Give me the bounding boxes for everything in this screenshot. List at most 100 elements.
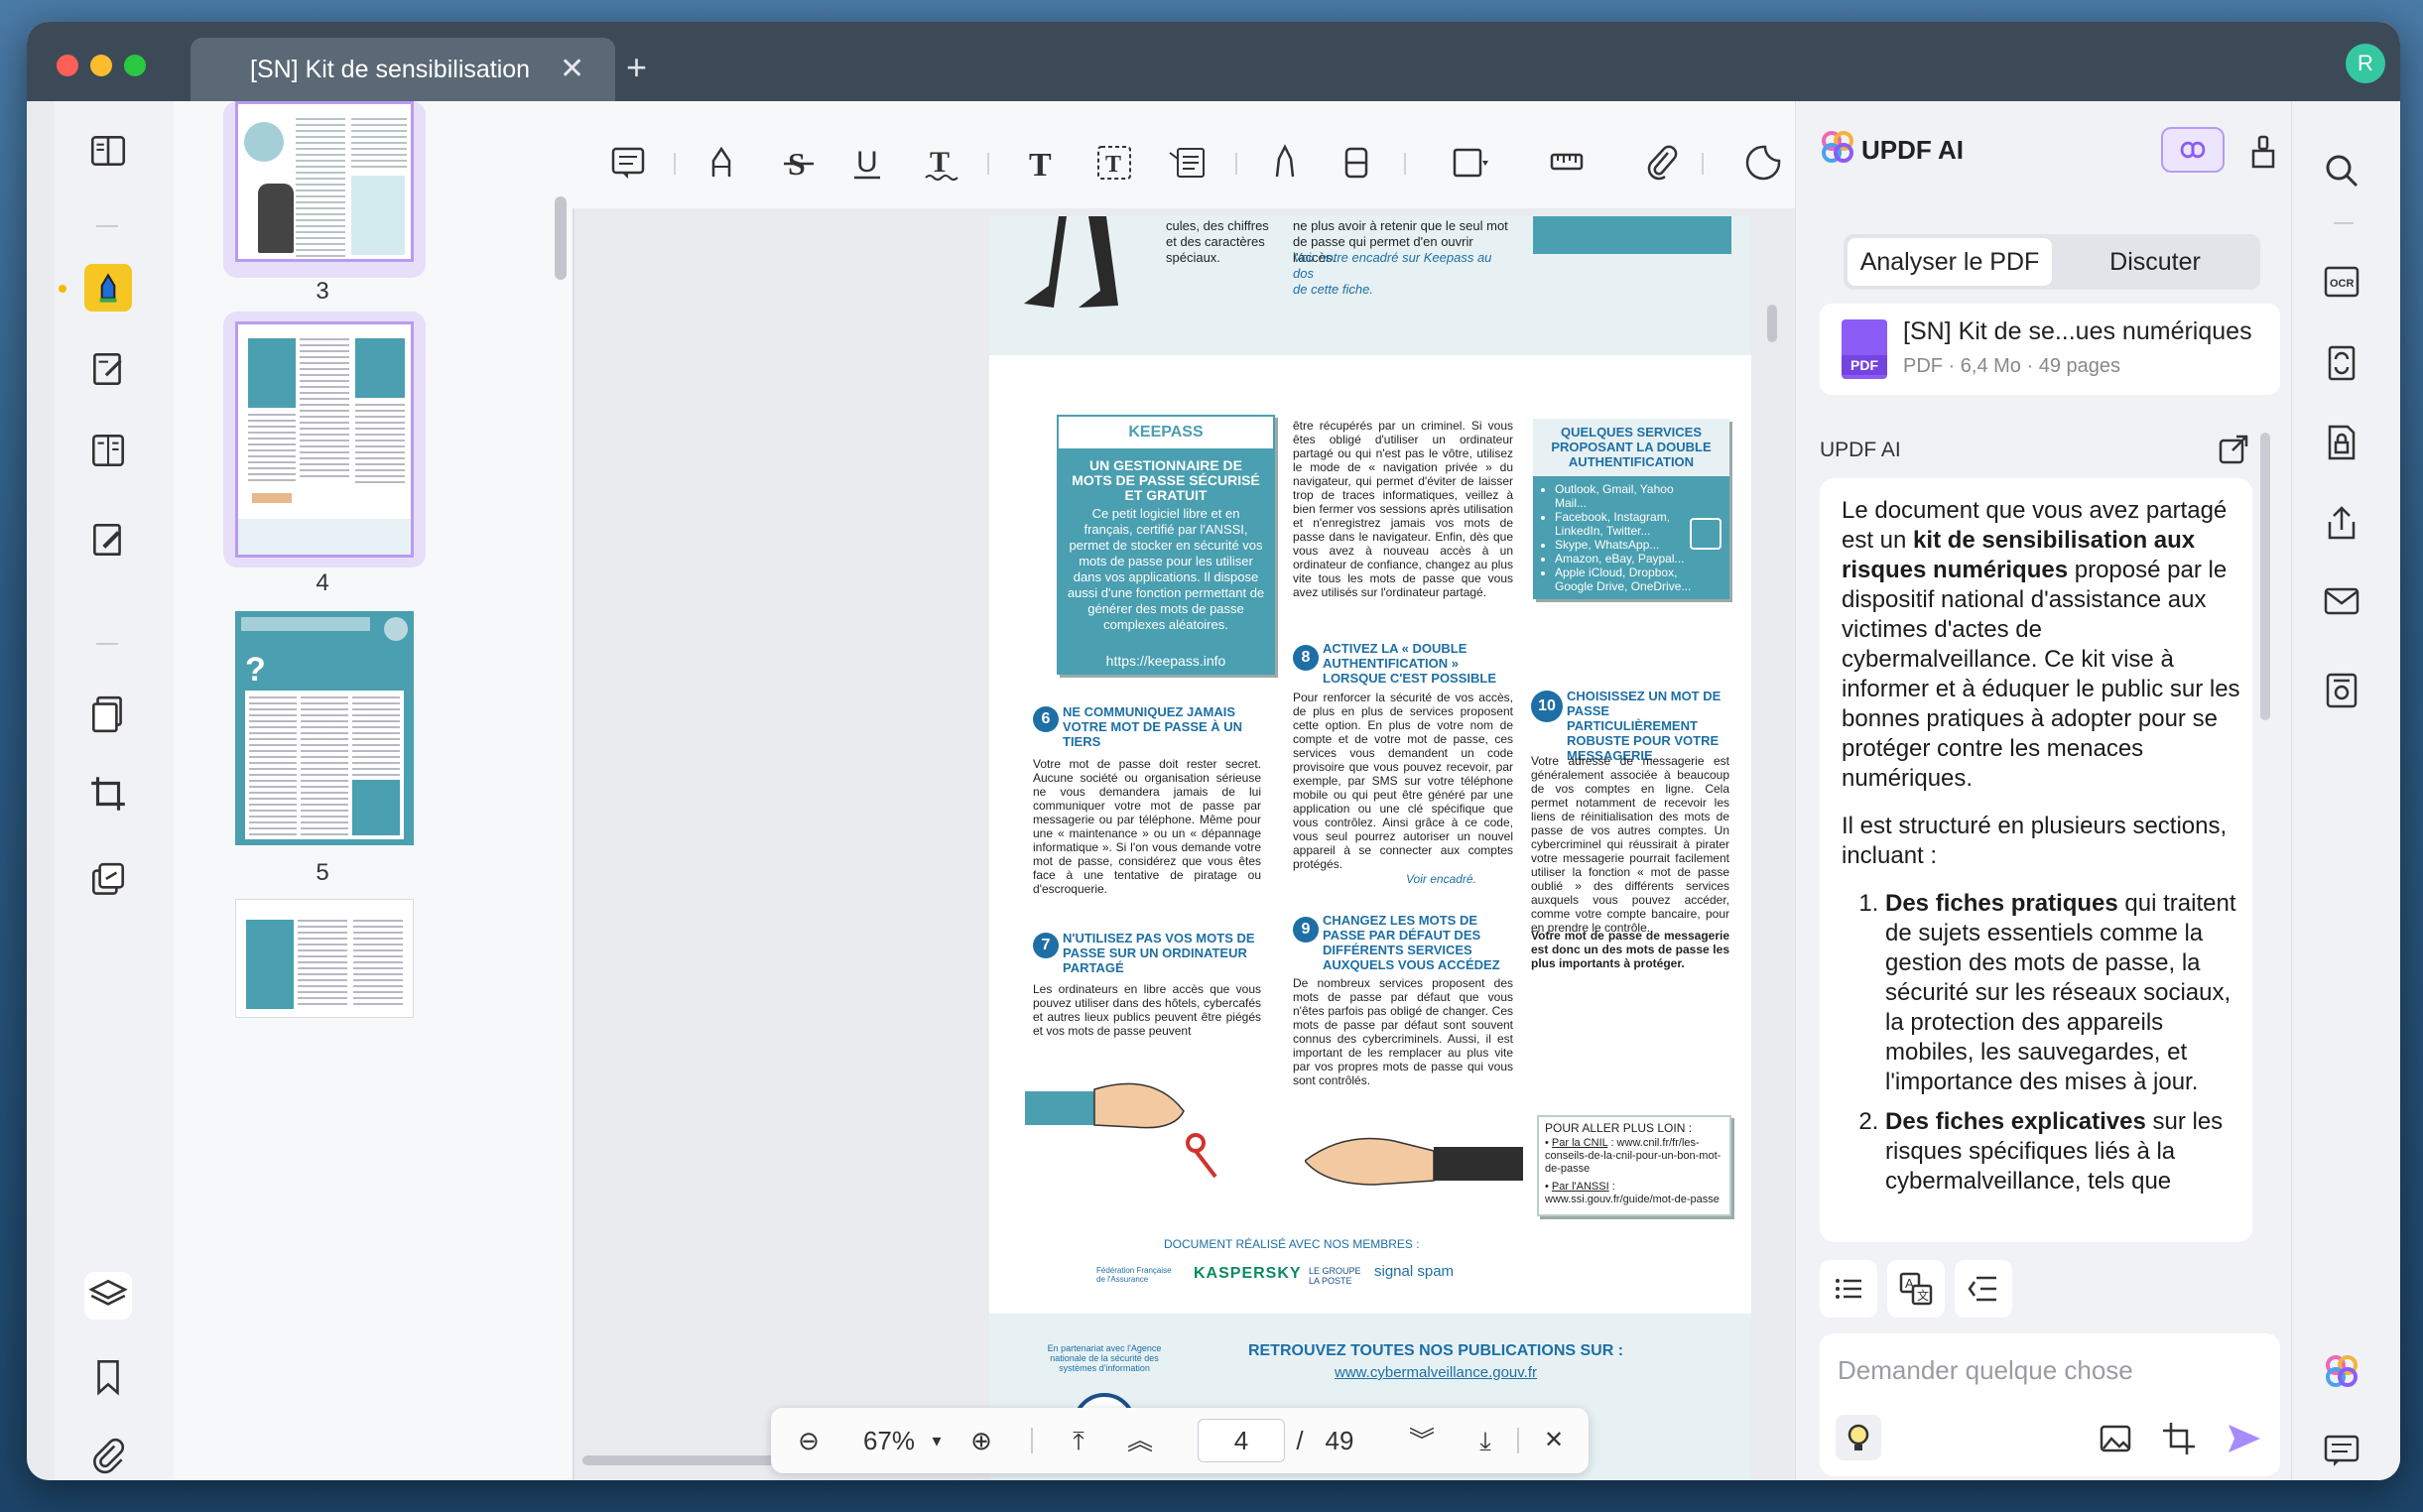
new-tab-icon[interactable]: +: [626, 50, 647, 85]
protect-icon[interactable]: [2322, 423, 2361, 462]
prompt-ideas-icon[interactable]: [1836, 1415, 1881, 1460]
ai-panel-title: UPDF AI: [1861, 135, 1965, 165]
save-icon[interactable]: [2322, 671, 2361, 710]
explain-icon[interactable]: [1955, 1260, 2012, 1318]
measure-icon[interactable]: [1549, 143, 1589, 183]
maximize-window-button[interactable]: [124, 55, 146, 76]
section-bold: Votre mot de passe de messagerie est don…: [1531, 929, 1729, 970]
thumbnail-page-5[interactable]: ?: [235, 611, 414, 845]
member-logo: signal spam: [1374, 1263, 1455, 1280]
tab-discuss[interactable]: Discuter: [2054, 238, 2256, 286]
infinity-mode-icon[interactable]: [2161, 127, 2225, 173]
thumbnail-scrollbar[interactable]: [555, 196, 567, 280]
file-card[interactable]: PDF [SN] Kit de se...ues numériques PDF …: [1820, 304, 2280, 395]
attachment-icon[interactable]: [84, 1431, 132, 1478]
strikethrough-icon[interactable]: S: [779, 143, 819, 183]
ask-input[interactable]: Demander quelque chose: [1838, 1355, 2254, 1386]
fill-sign-icon[interactable]: [84, 516, 132, 564]
document-scrollbar[interactable]: [1767, 305, 1777, 342]
svg-text:T: T: [930, 146, 950, 179]
thumbnail-page-3[interactable]: [223, 101, 426, 278]
sticker-icon[interactable]: [1743, 143, 1783, 183]
document-tab[interactable]: [SN] Kit de sensibilisation: [191, 38, 615, 101]
tab-analyze-pdf[interactable]: Analyser le PDF: [1848, 238, 2052, 286]
comments-icon[interactable]: [2322, 1431, 2361, 1470]
pdf-file-icon: PDF: [1842, 319, 1887, 379]
reader-mode-icon[interactable]: [84, 127, 132, 175]
annotation-toolbar: S U T T T: [573, 101, 1795, 208]
member-logo: KASPERSKY: [1194, 1265, 1302, 1282]
bookmark-icon[interactable]: [84, 1353, 132, 1401]
search-icon[interactable]: [2322, 151, 2361, 190]
footer-url[interactable]: www.cybermalveillance.gouv.fr: [1237, 1365, 1634, 1381]
tab-close-icon[interactable]: ✕: [560, 55, 584, 84]
thumbnail-page-6[interactable]: [235, 899, 414, 1018]
further-box: POUR ALLER PLUS LOIN : • Par la CNIL : w…: [1537, 1115, 1731, 1216]
eraser-icon[interactable]: [1337, 143, 1376, 183]
layers-icon[interactable]: [84, 1272, 132, 1320]
keepass-box: KEEPASS UN GESTIONNAIRE DE MOTS DE PASSE…: [1057, 415, 1275, 675]
screenshot-icon[interactable]: [2161, 1421, 2197, 1456]
toolbar-divider: [987, 153, 989, 175]
shape-icon[interactable]: [1450, 143, 1489, 183]
member-logo: Fédération Française de l'Assurance: [1096, 1266, 1172, 1284]
note-icon[interactable]: [608, 143, 648, 183]
translate-icon[interactable]: A文: [1887, 1260, 1945, 1318]
previous-page-icon[interactable]: ︽: [1120, 1408, 1160, 1473]
anssi-label[interactable]: Par l'ANSSI: [1552, 1181, 1609, 1193]
services-list: Outlook, Gmail, Yahoo Mail... Facebook, …: [1543, 482, 1692, 593]
cnil-label[interactable]: Par la CNIL: [1552, 1137, 1607, 1149]
edit-pdf-icon[interactable]: [84, 345, 132, 393]
zoom-out-icon[interactable]: ⊖: [789, 1408, 829, 1473]
right-tool-rail: OCR: [2291, 101, 2400, 1480]
current-page: 4: [1233, 1426, 1249, 1455]
open-external-icon[interactable]: [2217, 433, 2250, 466]
convert-icon[interactable]: [2322, 343, 2361, 383]
figure-legs: [1019, 216, 1128, 311]
close-window-button[interactable]: [57, 55, 78, 76]
teal-band: [1533, 216, 1731, 254]
crop-icon[interactable]: [84, 770, 132, 818]
image-upload-icon[interactable]: [2098, 1421, 2133, 1456]
underline-icon[interactable]: U: [848, 143, 888, 183]
svg-text:OCR: OCR: [2330, 278, 2355, 290]
text-callout-icon[interactable]: [1168, 143, 1208, 183]
file-name: [SN] Kit de se...ues numériques: [1903, 317, 2252, 345]
first-page-icon[interactable]: ⤒: [1059, 1408, 1098, 1473]
ask-box: Demander quelque chose: [1820, 1333, 2280, 1476]
next-page-icon[interactable]: ︾: [1402, 1408, 1442, 1473]
zoom-dropdown-icon[interactable]: ▾: [924, 1408, 950, 1473]
squiggly-underline-icon[interactable]: T: [922, 143, 961, 183]
comment-highlight-icon[interactable]: [84, 264, 132, 312]
list-item: Des fiches explicatives sur les risques …: [1885, 1107, 2242, 1197]
text-box-icon[interactable]: T: [1094, 143, 1134, 183]
email-icon[interactable]: [2322, 581, 2361, 621]
toolbar-divider: [1702, 153, 1704, 175]
organize-pages-icon[interactable]: [84, 691, 132, 738]
send-icon[interactable]: [2225, 1419, 2264, 1458]
last-page-icon[interactable]: ⤓: [1466, 1408, 1505, 1473]
zoom-level[interactable]: 67%: [854, 1408, 924, 1473]
updf-ai-icon[interactable]: [2322, 1351, 2361, 1391]
text-icon[interactable]: T: [1021, 143, 1061, 184]
keepass-body: Ce petit logiciel libre et en français, …: [1067, 506, 1265, 632]
zoom-in-icon[interactable]: ⊕: [961, 1408, 1001, 1473]
ai-scrollbar[interactable]: [2260, 433, 2270, 720]
section-link[interactable]: Voir encadré.: [1406, 871, 1515, 887]
avatar[interactable]: R: [2346, 44, 2385, 83]
section-number: 10: [1531, 691, 1563, 722]
ocr-icon[interactable]: OCR: [2322, 262, 2361, 302]
pencil-icon[interactable]: [1265, 143, 1305, 183]
updf-ai-logo-icon: [1820, 129, 1855, 165]
clean-icon[interactable]: [2248, 135, 2278, 169]
summary-list-icon[interactable]: [1820, 1260, 1877, 1318]
col2-intro: être récupérés par un criminel. Si vous …: [1293, 419, 1513, 599]
thumbnail-page-4[interactable]: [223, 312, 426, 567]
share-icon[interactable]: [2322, 504, 2361, 544]
paperclip-icon[interactable]: [1642, 143, 1682, 183]
close-zoombar-icon[interactable]: ✕: [1529, 1408, 1579, 1473]
page-layout-icon[interactable]: [84, 427, 132, 474]
tools-icon[interactable]: [84, 857, 132, 905]
highlighter-icon[interactable]: [701, 143, 741, 183]
minimize-window-button[interactable]: [90, 55, 112, 76]
